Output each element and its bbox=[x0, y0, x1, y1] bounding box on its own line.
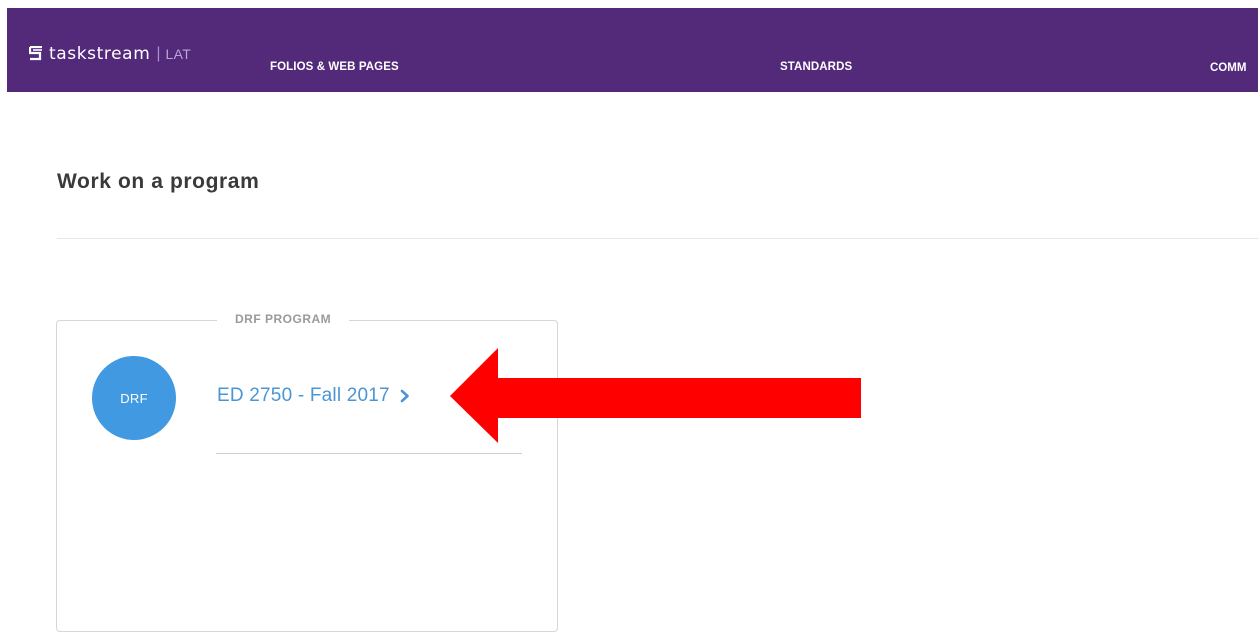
nav-folios-web-pages[interactable]: FOLIOS & WEB PAGES bbox=[270, 61, 399, 73]
nav-comm-label: COMM bbox=[1210, 62, 1247, 74]
taskstream-logo[interactable]: taskstream | LAT bbox=[29, 41, 191, 67]
brand-separator: | bbox=[156, 45, 161, 62]
nav-standards[interactable]: STANDARDS bbox=[780, 61, 852, 73]
red-arrow-annotation bbox=[450, 348, 861, 443]
program-card-legend: DRF PROGRAM bbox=[217, 312, 350, 326]
chevron-right-icon bbox=[400, 389, 409, 403]
program-avatar: DRF bbox=[92, 356, 176, 440]
top-navigation-bar: taskstream | LAT FOLIOS & WEB PAGES STAN… bbox=[7, 8, 1258, 92]
nav-comm[interactable]: COMM bbox=[1210, 58, 1258, 74]
program-link[interactable]: ED 2750 - Fall 2017 bbox=[217, 385, 410, 407]
program-item-divider bbox=[216, 453, 522, 454]
product-name: LAT bbox=[165, 46, 192, 62]
page-title: Work on a program bbox=[57, 170, 260, 193]
program-link-label: ED 2750 - Fall 2017 bbox=[217, 385, 390, 406]
taskstream-logo-icon bbox=[29, 45, 42, 60]
program-avatar-text: DRF bbox=[120, 390, 148, 406]
title-divider bbox=[57, 238, 1258, 239]
brand-name: taskstream bbox=[49, 44, 151, 64]
